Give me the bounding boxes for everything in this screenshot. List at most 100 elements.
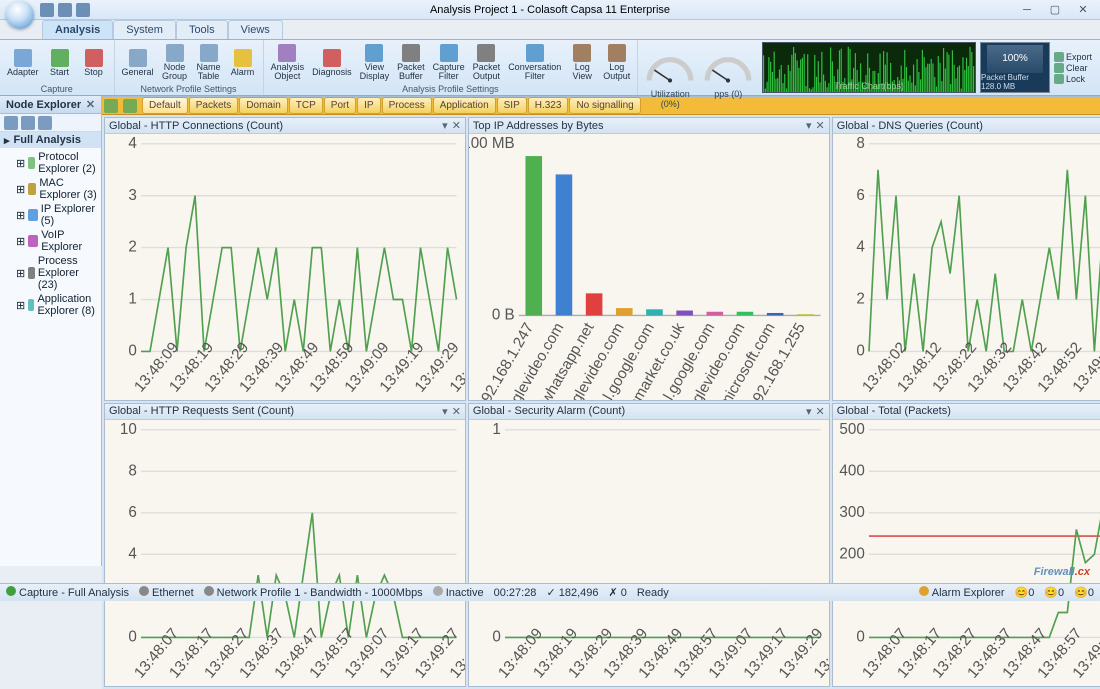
tree-node[interactable]: ⊞ Application Explorer (8) xyxy=(2,292,99,318)
svg-text:200: 200 xyxy=(839,545,864,562)
toolbar-icon[interactable] xyxy=(123,99,137,113)
sub-tab-default[interactable]: Default xyxy=(142,97,188,114)
clear-button[interactable]: Clear xyxy=(1054,63,1098,73)
node-explorer-toolbar xyxy=(0,114,101,132)
panel-close-icon[interactable]: ✕ xyxy=(452,405,461,418)
watermark-logo: Firewall.cx xyxy=(1034,555,1090,581)
sub-tab-tcp[interactable]: TCP xyxy=(289,97,323,114)
alarm-icon xyxy=(919,586,929,596)
app-orb-button[interactable] xyxy=(6,1,34,29)
ribbon: AdapterStartStopCaptureGeneralNodeGroupN… xyxy=(0,40,1100,96)
svg-text:4: 4 xyxy=(128,545,137,562)
toolbar-icon[interactable] xyxy=(21,116,35,130)
tree-node[interactable]: ⊞ Process Explorer (23) xyxy=(2,254,99,292)
sub-tab-application[interactable]: Application xyxy=(433,97,496,114)
full-analysis-header[interactable]: ▸ Full Analysis xyxy=(0,132,101,148)
dashboard-grid: Global - HTTP Connections (Count) ▾ ✕ 0 1 2 3 4… xyxy=(102,115,1100,689)
explorer-tree: ⊞ Protocol Explorer (2)⊞ MAC Explorer (3… xyxy=(0,148,101,566)
status-ready: Ready xyxy=(637,587,669,599)
status-time: 00:27:28 xyxy=(494,587,537,599)
panel-menu-icon[interactable]: ▾ xyxy=(806,405,812,418)
ribbon-log-view-button[interactable]: LogView xyxy=(566,41,598,84)
ribbon-packet-output-button[interactable]: PacketOutput xyxy=(470,41,504,84)
quick-access-toolbar xyxy=(40,3,90,17)
ribbon-adapter-button[interactable]: Adapter xyxy=(4,41,42,84)
qat-icon[interactable] xyxy=(76,3,90,17)
ribbon-tabs: AnalysisSystemToolsViews xyxy=(0,20,1100,40)
svg-text:1: 1 xyxy=(492,421,500,438)
ribbon-stop-button[interactable]: Stop xyxy=(78,41,110,84)
panel-title: Global - HTTP Connections (Count) xyxy=(109,120,283,132)
panel-menu-icon[interactable]: ▾ xyxy=(442,405,448,418)
maximize-button[interactable]: ▢ xyxy=(1042,3,1068,17)
center-pane: DashboardSummaryDiagnosisProtocolMAC End… xyxy=(102,96,1100,566)
ribbon-general-button[interactable]: General xyxy=(119,41,157,84)
dashboard-panel: Global - Security Alarm (Count)▾✕0113:48… xyxy=(468,403,830,687)
panel-close-icon[interactable]: ✕ xyxy=(816,119,825,132)
ribbon-capture-filter-button[interactable]: CaptureFilter xyxy=(430,41,468,84)
ethernet-icon xyxy=(139,586,149,596)
sub-tab-h.323[interactable]: H.323 xyxy=(528,97,569,114)
svg-text:6: 6 xyxy=(128,504,136,521)
dashboard-panel: Global - DNS Queries (Count)▾✕0246813:48… xyxy=(832,117,1100,401)
window-title: Analysis Project 1 - Colasoft Capsa 11 E… xyxy=(430,4,670,16)
panel-title: Global - Security Alarm (Count) xyxy=(473,405,625,417)
pane-close-icon[interactable]: ✕ xyxy=(86,98,95,111)
svg-text:0 B: 0 B xyxy=(492,307,515,324)
ribbon-conversation-filter-button[interactable]: ConversationFilter xyxy=(505,41,564,84)
node-explorer-pane: Node Explorer ✕ ▸ Full Analysis ⊞ Protoco… xyxy=(0,96,102,566)
ribbon-view-display-button[interactable]: ViewDisplay xyxy=(357,41,393,84)
ribbon-log-output-button[interactable]: LogOutput xyxy=(600,41,633,84)
svg-text:0: 0 xyxy=(856,343,864,360)
sub-toolbar: DefaultPacketsDomainTCPPortIPProcessAppl… xyxy=(102,97,1100,115)
sub-tab-process[interactable]: Process xyxy=(382,97,432,114)
svg-text:1: 1 xyxy=(128,291,136,308)
sub-tab-domain[interactable]: Domain xyxy=(239,97,287,114)
ribbon-start-button[interactable]: Start xyxy=(44,41,76,84)
export-button[interactable]: Export xyxy=(1054,52,1098,62)
ribbon-name-table-button[interactable]: NameTable xyxy=(193,41,225,84)
status-bar: Capture - Full Analysis Ethernet Network… xyxy=(0,583,1100,601)
sub-tab-ip[interactable]: IP xyxy=(357,97,380,114)
toolbar-icon[interactable] xyxy=(4,116,18,130)
menu-tab-tools[interactable]: Tools xyxy=(176,20,228,39)
svg-text:2: 2 xyxy=(128,239,136,256)
lock-button[interactable]: Lock xyxy=(1054,74,1098,84)
menu-tab-system[interactable]: System xyxy=(113,20,176,39)
qat-icon[interactable] xyxy=(58,3,72,17)
tree-node[interactable]: ⊞ VoIP Explorer xyxy=(2,228,99,254)
ribbon-alarm-button[interactable]: Alarm xyxy=(227,41,259,84)
sub-tab-port[interactable]: Port xyxy=(324,97,356,114)
ribbon-packet-buffer-button[interactable]: PacketBuffer xyxy=(394,41,428,84)
tree-node[interactable]: ⊞ Protocol Explorer (2) xyxy=(2,150,99,176)
ribbon-analysis-object-button[interactable]: AnalysisObject xyxy=(268,41,308,84)
close-button[interactable]: ✕ xyxy=(1070,3,1096,17)
svg-text:300: 300 xyxy=(839,504,864,521)
menu-tab-analysis[interactable]: Analysis xyxy=(42,20,113,39)
svg-text:100 MB: 100 MB xyxy=(469,135,515,152)
svg-text:2: 2 xyxy=(856,291,864,308)
tree-node[interactable]: ⊞ IP Explorer (5) xyxy=(2,202,99,228)
svg-text:3: 3 xyxy=(128,187,136,204)
panel-close-icon[interactable]: ✕ xyxy=(452,119,461,132)
toolbar-icon[interactable] xyxy=(104,99,118,113)
dashboard-panel: Global - HTTP Requests Sent (Count)▾✕024… xyxy=(104,403,466,687)
svg-text:0: 0 xyxy=(128,629,136,646)
panel-title: Global - Total (Packets) xyxy=(837,405,951,417)
panel-menu-icon[interactable]: ▾ xyxy=(442,119,448,132)
sub-tab-no-signalling[interactable]: No signalling xyxy=(569,97,640,114)
toolbar-icon[interactable] xyxy=(38,116,52,130)
panel-menu-icon[interactable]: ▾ xyxy=(806,119,812,132)
dashboard-panel: Top IP Addresses by Bytes▾✕0 B100 MB192.… xyxy=(468,117,830,401)
menu-tab-views[interactable]: Views xyxy=(228,20,283,39)
ribbon-diagnosis-button[interactable]: Diagnosis xyxy=(309,41,355,84)
svg-text:0: 0 xyxy=(128,343,136,360)
node-explorer-title: Node Explorer xyxy=(6,99,81,111)
ribbon-node-group-button[interactable]: NodeGroup xyxy=(159,41,191,84)
qat-icon[interactable] xyxy=(40,3,54,17)
tree-node[interactable]: ⊞ MAC Explorer (3) xyxy=(2,176,99,202)
sub-tab-sip[interactable]: SIP xyxy=(497,97,527,114)
minimize-button[interactable]: ─ xyxy=(1014,3,1040,17)
sub-tab-packets[interactable]: Packets xyxy=(189,97,239,114)
panel-close-icon[interactable]: ✕ xyxy=(816,405,825,418)
